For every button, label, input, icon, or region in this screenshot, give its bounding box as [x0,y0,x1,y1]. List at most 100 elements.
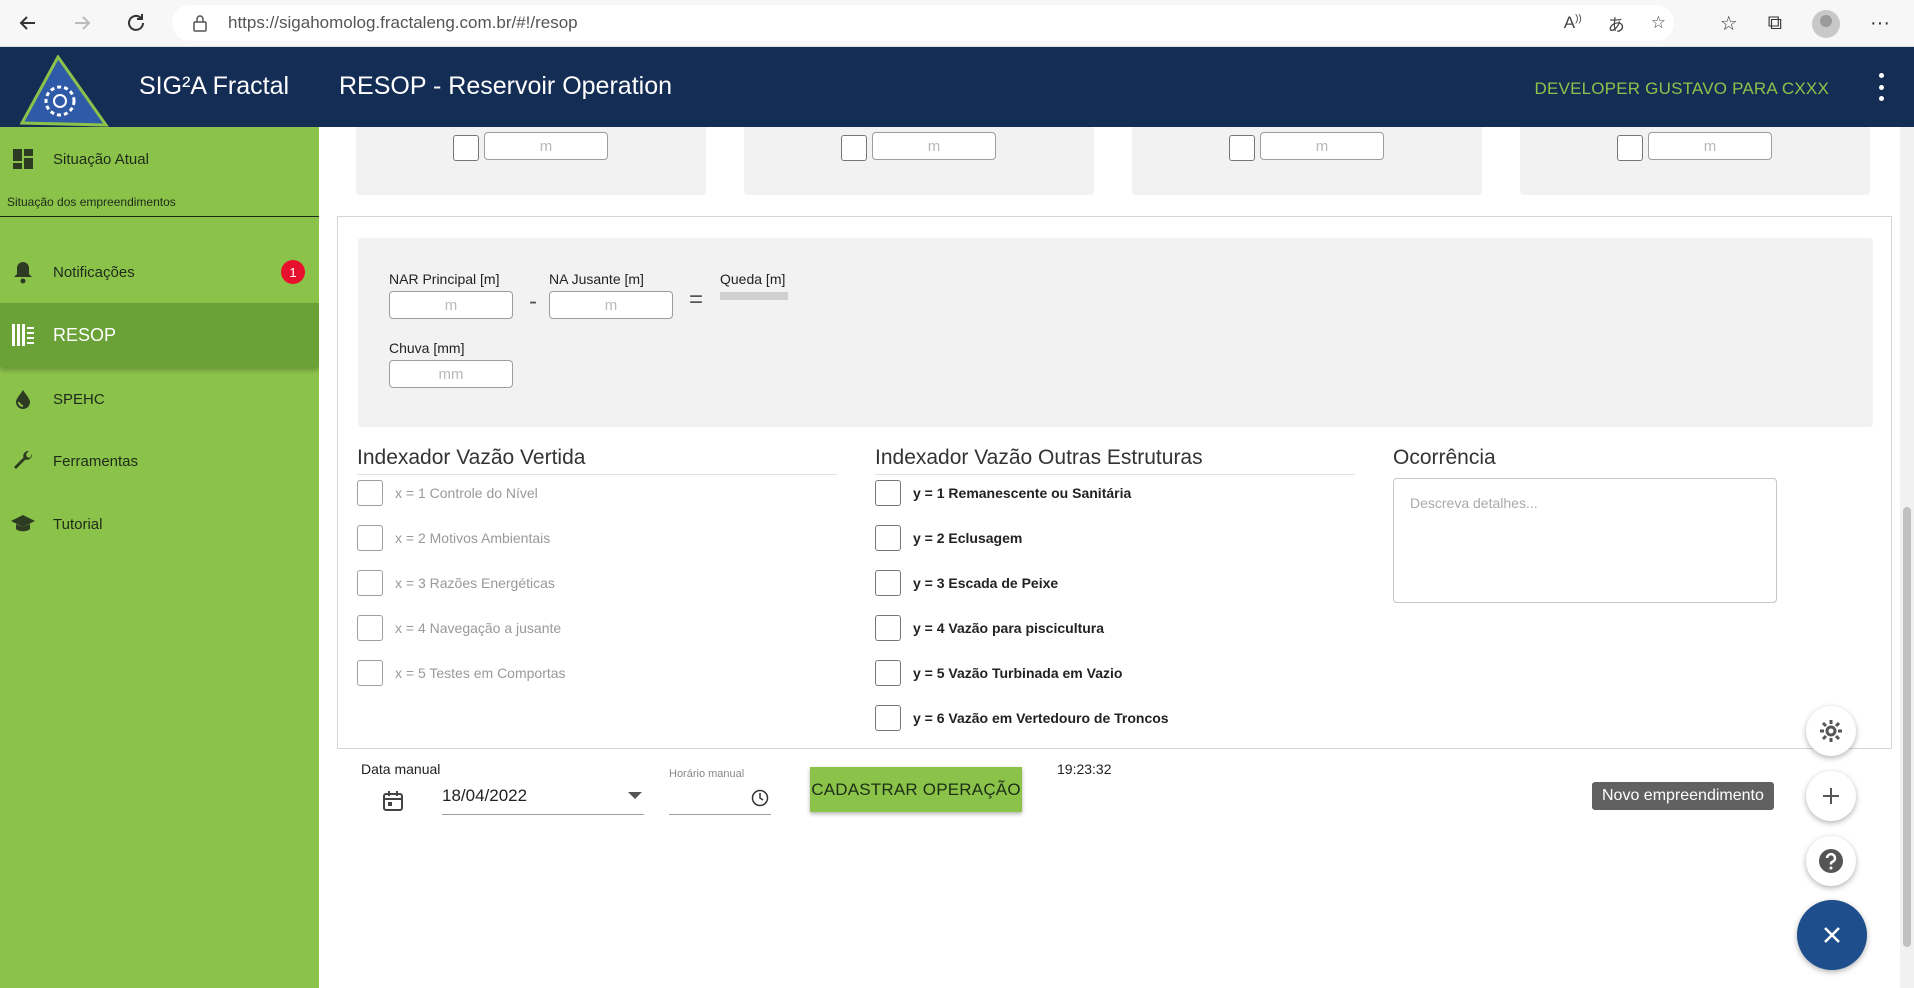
add-favorite-icon[interactable]: ☆ [1651,13,1666,33]
option-checkbox[interactable] [875,660,901,686]
main-content: m m m m NAR Principal [m] m - NA Jusante… [319,127,1914,988]
option-checkbox[interactable] [875,480,901,506]
option-checkbox[interactable] [357,615,383,641]
option-label: x = 2 Motivos Ambientais [395,530,551,546]
scrollbar-thumb[interactable] [1903,507,1911,947]
na-jusante-input[interactable]: m [549,291,673,319]
profile-avatar[interactable] [1812,9,1841,38]
novo-empreendimento-tooltip: Novo empreendimento [1592,782,1774,810]
queda-label: Queda [m] [720,271,786,287]
level-card: m [356,127,706,195]
option-checkbox[interactable] [875,570,901,596]
vertida-option[interactable]: x = 4 Navegação a jusante [357,614,561,642]
date-select[interactable]: 18/04/2022 [442,777,644,815]
back-icon[interactable] [10,5,46,41]
fractal-logo[interactable] [18,54,110,127]
vertida-option[interactable]: x = 2 Motivos Ambientais [357,524,550,552]
sidebar-item-label: SPEHC [53,390,105,408]
sidebar-divider [0,216,319,217]
lock-icon[interactable] [192,14,208,37]
vertida-title: Indexador Vazão Vertida [357,446,586,469]
card-checkbox[interactable] [453,135,479,161]
option-checkbox[interactable] [357,660,383,686]
chevron-down-icon [628,792,642,799]
option-checkbox[interactable] [357,525,383,551]
vertida-option[interactable]: x = 1 Controle do Nível [357,479,538,507]
outras-option[interactable]: y = 4 Vazão para piscicultura [875,614,1104,642]
help-fab[interactable] [1806,836,1856,886]
option-checkbox[interactable] [357,570,383,596]
date-value: 18/04/2022 [442,785,528,805]
outras-option[interactable]: y = 2 Eclusagem [875,524,1022,552]
current-time: 19:23:32 [1057,761,1112,777]
sidebar-item-ferramentas[interactable]: Ferramentas [0,433,319,489]
card-checbox[interactable] [841,135,867,161]
resop-icon [10,322,36,348]
top-cards: m m m m [356,127,1871,195]
option-checkbox[interactable] [875,705,901,731]
card-unit-input[interactable]: m [484,132,608,160]
card-unit-input[interactable]: m [1648,132,1772,160]
collections-icon[interactable]: ⧉ [1768,12,1782,35]
sidebar-item-label: Ferramentas [53,452,139,470]
reload-icon[interactable] [118,5,154,41]
settings-fab[interactable] [1806,706,1856,756]
calendar-icon[interactable] [381,789,405,818]
bell-icon [10,259,36,285]
chuva-input[interactable]: mm [389,360,513,388]
forward-icon[interactable] [64,5,100,41]
minus-sign: - [529,288,537,315]
gear-icon [1820,720,1842,742]
card-unit-input[interactable]: m [1260,132,1384,160]
cadastrar-operacao-button[interactable]: CADASTRAR OPERAÇÃO [810,767,1022,812]
sidebar-item-situacao-atual[interactable]: Situação Atual [0,131,319,187]
vertida-option[interactable]: x = 5 Testes em Comportas [357,659,566,687]
favorites-icon[interactable]: ☆ [1720,11,1738,36]
outras-option[interactable]: y = 6 Vazão em Vertedouro de Troncos [875,704,1169,732]
close-fab[interactable] [1797,900,1867,970]
address-bar[interactable]: https://sigahomolog.fractaleng.com.br/#!… [172,5,1674,41]
water-drop-icon [10,386,36,412]
help-icon [1819,849,1843,873]
outras-option[interactable]: y = 5 Vazão Turbinada em Vazio [875,659,1122,687]
outras-option[interactable]: y = 1 Remanescente ou Sanitária [875,479,1131,507]
vertida-divider [357,474,837,475]
url-text[interactable]: https://sigahomolog.fractaleng.com.br/#!… [228,13,578,33]
app-name: SIG²A Fractal [139,72,290,100]
option-label: x = 3 Razões Energéticas [395,575,555,591]
card-unit-input[interactable]: m [872,132,996,160]
ocorrencia-textarea[interactable]: Descreva detalhes... [1393,478,1777,603]
sidebar-item-tutorial[interactable]: Tutorial [0,496,319,552]
clock-icon[interactable] [751,789,769,812]
vertical-scrollbar[interactable] [1900,127,1914,988]
card-checkbox[interactable] [1229,135,1255,161]
option-checkbox[interactable] [875,525,901,551]
card-checkbox[interactable] [1617,135,1643,161]
time-input[interactable] [669,777,771,815]
outras-title: Indexador Vazão Outras Estruturas [875,446,1203,469]
dashboard-icon [10,146,36,172]
equals-sign: = [689,286,704,313]
nar-input[interactable]: m [389,291,513,319]
sidebar-item-notificacoes[interactable]: Notificações 1 [0,244,319,300]
option-checkbox[interactable] [357,480,383,506]
sidebar-sub-label: Situação dos empreendimentos [7,195,176,209]
add-fab[interactable] [1806,771,1856,821]
outras-option[interactable]: y = 3 Escada de Peixe [875,569,1058,597]
sidebar-item-label: Notificações [53,263,135,281]
option-label: y = 3 Escada de Peixe [913,575,1059,591]
option-label: y = 1 Remanescente ou Sanitária [913,485,1132,501]
vertida-option[interactable]: x = 3 Razões Energéticas [357,569,555,597]
queda-value [720,292,788,300]
user-name[interactable]: DEVELOPER GUSTAVO PARA CXXX [1535,79,1829,99]
kebab-menu-icon[interactable] [1876,73,1886,101]
nar-label: NAR Principal [m] [389,271,500,287]
translate-icon[interactable]: あ [1608,11,1625,36]
level-card: m [1520,127,1870,195]
more-icon[interactable]: ··· [1870,12,1890,35]
data-manual-label: Data manual [361,761,441,777]
option-checkbox[interactable] [875,615,901,641]
sidebar-item-spehc[interactable]: SPEHC [0,371,319,427]
sidebar-item-resop[interactable]: RESOP [0,303,319,367]
read-aloud-icon[interactable]: A)) [1564,13,1582,33]
